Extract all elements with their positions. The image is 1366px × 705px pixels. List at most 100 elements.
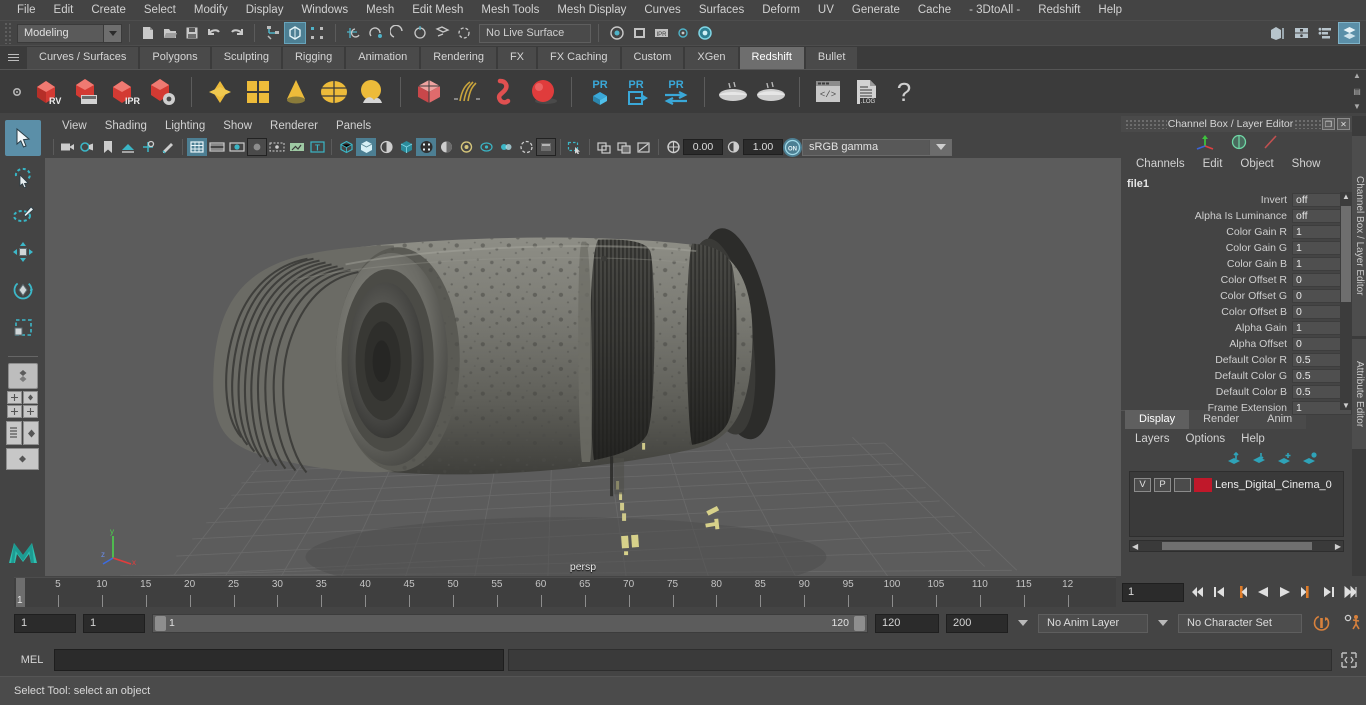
shelf-tab-custom[interactable]: Custom	[620, 46, 685, 69]
redshift-render-settings-icon[interactable]	[144, 72, 182, 112]
3d-viewport[interactable]: y x z persp	[45, 158, 1121, 576]
redshift-sphere-icon[interactable]	[524, 72, 562, 112]
close-icon[interactable]: ✕	[1337, 118, 1350, 130]
open-scene-icon[interactable]	[159, 22, 181, 44]
menu-item-generate[interactable]: Generate	[843, 1, 909, 19]
redshift-hair-icon[interactable]	[448, 72, 486, 112]
menu-item-windows[interactable]: Windows	[292, 1, 357, 19]
undo-icon[interactable]	[203, 22, 225, 44]
animation-start-time-field[interactable]: 1	[14, 613, 76, 633]
scroll-menu-icon[interactable]: ▤	[1353, 87, 1361, 96]
shelf-scroll-arrows[interactable]: ▲ ▤ ▼	[1350, 72, 1364, 111]
layer-row[interactable]: V P Lens_Digital_Cinema_0	[1134, 476, 1343, 493]
step-back-frame-icon[interactable]	[1209, 583, 1228, 602]
shelf-tab-rigging[interactable]: Rigging	[281, 46, 346, 69]
shaded-wireframe-icon[interactable]	[376, 138, 396, 156]
select-tool[interactable]	[4, 120, 41, 156]
chevron-down-icon[interactable]	[103, 24, 121, 42]
layer-menu-help[interactable]: Help	[1233, 432, 1273, 446]
play-backwards-icon[interactable]	[1253, 583, 1272, 602]
chevron-down-icon[interactable]	[929, 139, 951, 155]
shelf-tab-redshift[interactable]: Redshift	[738, 46, 805, 69]
camera-attributes-icon[interactable]	[78, 138, 98, 156]
scale-manipulator-icon[interactable]	[1262, 134, 1280, 150]
menu-item-edit[interactable]: Edit	[45, 1, 83, 19]
use-all-lights-icon[interactable]	[416, 138, 436, 156]
scrollbar-thumb[interactable]	[1341, 206, 1351, 302]
shelf-menu-icon[interactable]	[4, 47, 22, 67]
undock-icon[interactable]: ❐	[1322, 118, 1335, 130]
viewport-menu-view[interactable]: View	[53, 118, 96, 134]
view-transform-enabled-icon[interactable]: ON	[783, 137, 802, 157]
show-hide-tool-settings-icon[interactable]	[1314, 22, 1336, 44]
shelf-tab-animation[interactable]: Animation	[345, 46, 421, 69]
render-view-icon[interactable]	[606, 22, 628, 44]
menu-set-selector[interactable]: Modeling	[17, 23, 122, 43]
exposure-field[interactable]: 0.00	[683, 139, 723, 155]
playback-end-time-field[interactable]: 120	[875, 613, 939, 633]
snap-to-grid-icon[interactable]	[343, 22, 365, 44]
snap-to-view-plane-icon[interactable]	[431, 22, 453, 44]
shelf-tab-xgen[interactable]: XGen	[684, 46, 739, 69]
isolate-select-icon[interactable]	[536, 138, 556, 156]
layout-three-pane-icon[interactable]	[22, 405, 38, 418]
shelf-tab-rendering[interactable]: Rendering	[420, 46, 497, 69]
film-gate-icon[interactable]	[207, 138, 227, 156]
step-forward-frame-icon[interactable]	[1319, 583, 1338, 602]
snap-to-projected-center-icon[interactable]	[409, 22, 431, 44]
select-camera-icon[interactable]	[58, 138, 78, 156]
menu-item-deform[interactable]: Deform	[753, 1, 809, 19]
two-d-pan-zoom-icon[interactable]	[138, 138, 158, 156]
ipr-render-icon[interactable]: IPR	[650, 22, 672, 44]
scroll-up-icon[interactable]: ▲	[1353, 72, 1361, 80]
menu-item-uv[interactable]: UV	[809, 1, 843, 19]
redshift-proxy-icon[interactable]	[410, 72, 448, 112]
menu-item-display[interactable]: Display	[237, 1, 293, 19]
redshift-portal-light-icon[interactable]	[239, 72, 277, 112]
color-space-dropdown[interactable]: sRGB gamma	[802, 138, 952, 156]
redshift-ipr-icon[interactable]: IPR	[106, 72, 144, 112]
paint-select-tool[interactable]	[5, 196, 41, 232]
redshift-log-icon[interactable]: .LOG	[847, 72, 885, 112]
resolution-gate-icon[interactable]	[227, 138, 247, 156]
layer-list-hscrollbar[interactable]: ◀ ▶	[1129, 540, 1344, 552]
grid-toggle-icon[interactable]	[187, 138, 207, 156]
wireframe-icon[interactable]	[336, 138, 356, 156]
channel-box-menu-channels[interactable]: Channels	[1127, 156, 1194, 172]
viewport-menu-show[interactable]: Show	[214, 118, 261, 134]
hscrollbar-thumb[interactable]	[1161, 542, 1312, 550]
render-settings-icon[interactable]	[672, 22, 694, 44]
screen-space-ao-icon[interactable]	[456, 138, 476, 156]
edge-tab-channel-box[interactable]: Channel Box / Layer Editor	[1352, 136, 1366, 336]
scroll-left-arrow-icon[interactable]: ◀	[1132, 542, 1138, 551]
redshift-render-view-icon[interactable]: RV	[30, 72, 68, 112]
range-start-handle[interactable]	[155, 615, 166, 631]
show-hide-channel-box-icon[interactable]	[1338, 22, 1360, 44]
viewport-menu-lighting[interactable]: Lighting	[156, 118, 214, 134]
scroll-right-arrow-icon[interactable]: ▶	[1335, 542, 1341, 551]
range-slider-bar[interactable]: 1 120	[152, 613, 868, 633]
layout-two-pane-icon[interactable]	[6, 391, 22, 404]
redshift-cache-icon[interactable]	[752, 72, 790, 112]
redshift-help-icon[interactable]: ?	[885, 72, 923, 112]
lasso-select-tool[interactable]	[5, 158, 41, 194]
snap-to-point-icon[interactable]	[387, 22, 409, 44]
redshift-pr-export-icon[interactable]: PR	[619, 72, 657, 112]
redshift-physical-sun-icon[interactable]	[353, 72, 391, 112]
character-set-combo[interactable]: No Character Set	[1178, 613, 1302, 633]
menu-item-curves[interactable]: Curves	[635, 1, 689, 19]
viewport-menu-panels[interactable]: Panels	[327, 118, 380, 134]
hypershade-icon[interactable]	[694, 22, 716, 44]
gamma-icon[interactable]	[723, 138, 743, 156]
channel-box-scrollbar[interactable]: ▲ ▼	[1340, 192, 1352, 410]
hypergraph-persp-layout-icon[interactable]	[23, 421, 39, 445]
shelf-tab-polygons[interactable]: Polygons	[139, 46, 211, 69]
character-set-chevron-icon[interactable]	[1155, 614, 1171, 633]
snap-to-curve-icon[interactable]	[365, 22, 387, 44]
xray-textures-icon[interactable]	[634, 138, 654, 156]
bookmark-icon[interactable]	[98, 138, 118, 156]
redo-icon[interactable]	[225, 22, 247, 44]
redshift-volume-icon[interactable]	[486, 72, 524, 112]
gate-mask-icon[interactable]	[247, 138, 267, 156]
redshift-pr-transfer-icon[interactable]: PR	[657, 72, 695, 112]
